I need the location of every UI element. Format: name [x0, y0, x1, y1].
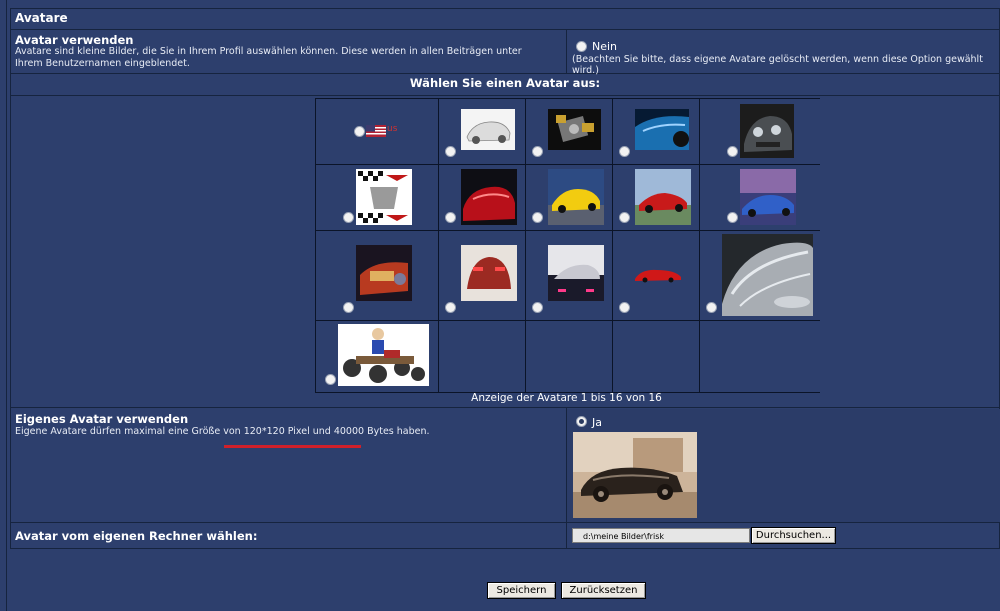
avatar-cell [439, 165, 525, 230]
yellow-corvette-thumbnail[interactable] [548, 169, 604, 225]
own-avatar-preview-image [573, 432, 697, 518]
avatar-cell-empty [700, 321, 823, 392]
avatar-cell [439, 231, 525, 320]
avatar-radio[interactable] [532, 212, 543, 223]
upload-title: Avatar vom eigenen Rechner wählen: [15, 529, 258, 543]
avatar-cell: us [316, 99, 438, 164]
choose-avatar-heading: Wählen Sie einen Avatar aus: [409, 76, 601, 90]
cartoon-chassis-thumbnail[interactable] [338, 324, 429, 386]
blue-stingray-thumbnail[interactable] [740, 169, 796, 225]
avatar-radio[interactable] [325, 374, 336, 385]
us-flag-icon[interactable] [366, 125, 386, 137]
avatar-cell-empty [526, 321, 612, 392]
avatar-cell [700, 231, 823, 320]
avatar-radio[interactable] [445, 146, 456, 157]
avatar-radio[interactable] [727, 212, 738, 223]
avatar-cell-empty [613, 321, 699, 392]
avatar-radio[interactable] [343, 302, 354, 313]
own-avatar-description: Eigene Avatare dürfen maximal eine Größe… [15, 426, 430, 437]
avatar-cell [613, 99, 699, 164]
no-avatar-note: (Beachten Sie bitte, dass eigene Avatare… [572, 54, 983, 76]
radio-no-avatar[interactable] [576, 41, 587, 52]
section-title: Avatare [15, 11, 68, 25]
avatar-cell [316, 231, 438, 320]
red-sports-car-thumbnail[interactable] [635, 169, 691, 225]
use-avatar-description: Avatare sind kleine Bilder, die Sie in I… [15, 46, 522, 69]
corvette-dashboard-thumbnail[interactable] [356, 245, 412, 301]
avatar-radio[interactable] [727, 146, 738, 157]
avatar-radio[interactable] [706, 302, 717, 313]
avatar-cell [526, 165, 612, 230]
avatar-radio[interactable] [532, 146, 543, 157]
left-border [6, 0, 7, 611]
divider [10, 407, 1000, 408]
avatar-radio[interactable] [532, 302, 543, 313]
avatar-cell [613, 231, 699, 320]
avatar-cell [439, 99, 525, 164]
radio-own-avatar[interactable] [576, 416, 587, 427]
red-corvette-rear-thumbnail[interactable] [461, 245, 517, 301]
silver-corvette-fender-thumbnail[interactable] [722, 234, 813, 316]
column-divider [566, 29, 567, 73]
highlight-underline [224, 445, 361, 448]
use-avatar-title: Avatar verwenden [15, 33, 134, 47]
avatar-cell-empty [439, 321, 525, 392]
corvette-flags-logo-thumbnail[interactable] [356, 169, 412, 225]
avatar-radio[interactable] [343, 212, 354, 223]
avatar-radio[interactable] [619, 212, 630, 223]
avatar-radio[interactable] [445, 302, 456, 313]
save-button[interactable]: Speichern [487, 582, 556, 599]
avatar-grid: us [315, 98, 823, 393]
avatar-radio[interactable] [619, 146, 630, 157]
avatar-cell [316, 321, 438, 392]
avatar-radio[interactable] [619, 302, 630, 313]
white-corvette-thumbnail[interactable] [461, 109, 515, 150]
avatar-cell [700, 99, 823, 164]
radio-own-avatar-label: Ja [592, 416, 602, 429]
red-corvette-thumbnail[interactable] [461, 169, 517, 225]
avatar-counter: Anzeige der Avatare 1 bis 16 von 16 [471, 392, 662, 404]
divider [10, 29, 1000, 30]
avatar-label: us [387, 124, 398, 134]
radio-no-avatar-label: Nein [592, 40, 618, 53]
divider [10, 522, 1000, 523]
own-avatar-title: Eigenes Avatar verwenden [15, 412, 189, 426]
browse-button[interactable]: Durchsuchen... [751, 527, 836, 544]
divider [10, 95, 1000, 96]
dark-corvette-front-thumbnail[interactable] [740, 104, 794, 158]
reset-button[interactable]: Zurücksetzen [561, 582, 646, 599]
avatar-cell [613, 165, 699, 230]
blue-corvette-closeup-thumbnail[interactable] [635, 109, 689, 150]
avatar-radio[interactable] [354, 126, 365, 137]
corvette-engine-thumbnail[interactable] [548, 109, 601, 150]
avatar-cell [526, 231, 612, 320]
small-red-car-thumbnail[interactable] [633, 267, 683, 283]
avatar-radio[interactable] [445, 212, 456, 223]
corvette-night-thumbnail[interactable] [548, 245, 604, 301]
file-path-input[interactable]: d:\meine Bilder\frisk [572, 528, 750, 543]
avatar-cell [700, 165, 823, 230]
avatar-cell [316, 165, 438, 230]
avatar-cell [526, 99, 612, 164]
